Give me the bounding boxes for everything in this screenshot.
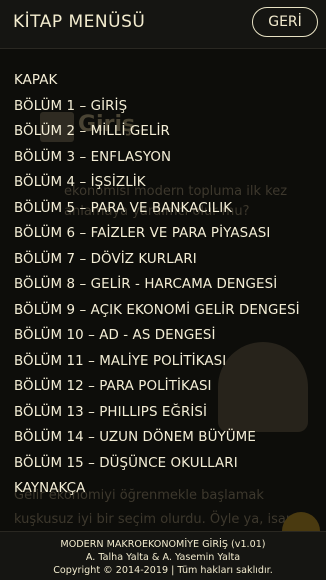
footer: MODERN MAKROEKONOMİYE GİRİŞ (v1.01) A. T… — [0, 531, 326, 580]
menu-item-chapter-7[interactable]: BÖLÜM 7 – DÖVİZ KURLARI — [0, 247, 326, 273]
menu-item-chapter-2[interactable]: BÖLÜM 2 – MİLLİ GELİR — [0, 119, 326, 145]
menu-item-chapter-1[interactable]: BÖLÜM 1 – GİRİŞ — [0, 94, 326, 120]
back-button[interactable]: GERİ — [252, 7, 318, 37]
menu-item-chapter-14[interactable]: BÖLÜM 14 – UZUN DÖNEM BÜYÜME — [0, 425, 326, 451]
menu-item-chapter-4[interactable]: BÖLÜM 4 – İŞSİZLİK — [0, 170, 326, 196]
book-menu-list: KAPAK BÖLÜM 1 – GİRİŞ BÖLÜM 2 – MİLLİ GE… — [0, 68, 326, 502]
footer-authors: A. Talha Yalta & A. Yasemin Yalta — [85, 552, 241, 563]
menu-item-chapter-10[interactable]: BÖLÜM 10 – AD - AS DENGESİ — [0, 323, 326, 349]
menu-item-chapter-5[interactable]: BÖLÜM 5 – PARA VE BANKACILIK — [0, 196, 326, 222]
menu-item-chapter-12[interactable]: BÖLÜM 12 – PARA POLİTİKASI — [0, 374, 326, 400]
menu-item-chapter-13[interactable]: BÖLÜM 13 – PHILLIPS EĞRİSİ — [0, 400, 326, 426]
menu-item-chapter-3[interactable]: BÖLÜM 3 – ENFLASYON — [0, 145, 326, 171]
menu-item-chapter-6[interactable]: BÖLÜM 6 – FAİZLER VE PARA PİYASASI — [0, 221, 326, 247]
background-text-line: kuşkusuz iyi bir seçim olurdu. Öyle ya, … — [14, 512, 295, 527]
menu-header: KİTAP MENÜSÜ GERİ — [0, 0, 326, 49]
footer-book-title: MODERN MAKROEKONOMİYE GİRİŞ (v1.01) — [60, 539, 266, 550]
footer-copyright: Copyright © 2014-2019 | Tüm hakları sakl… — [53, 565, 273, 576]
page-title: KİTAP MENÜSÜ — [13, 12, 146, 32]
menu-item-cover[interactable]: KAPAK — [0, 68, 326, 94]
menu-item-bibliography[interactable]: KAYNAKÇA — [0, 476, 326, 502]
menu-item-chapter-15[interactable]: BÖLÜM 15 – DÜŞÜNCE OKULLARI — [0, 451, 326, 477]
menu-item-chapter-8[interactable]: BÖLÜM 8 – GELİR - HARCAMA DENGESİ — [0, 272, 326, 298]
menu-item-chapter-11[interactable]: BÖLÜM 11 – MALİYE POLİTİKASI — [0, 349, 326, 375]
menu-item-chapter-9[interactable]: BÖLÜM 9 – AÇIK EKONOMİ GELİR DENGESİ — [0, 298, 326, 324]
